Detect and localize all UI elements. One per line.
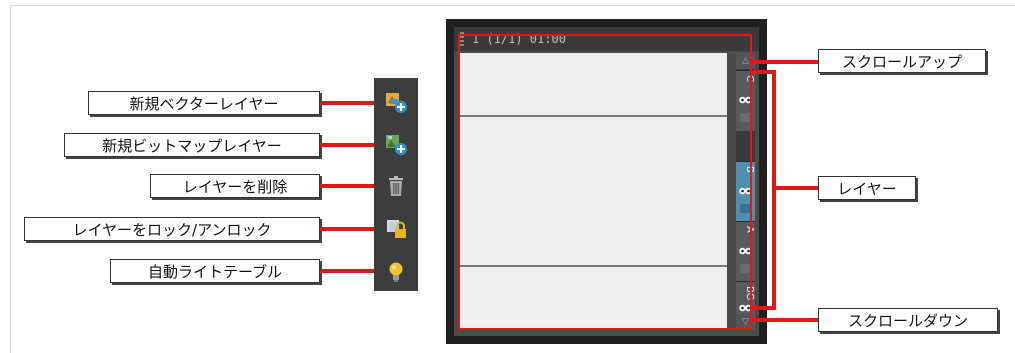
connector-line <box>320 143 376 147</box>
callout-scroll-up: スクロールアップ <box>818 49 986 73</box>
connector-line <box>320 184 376 188</box>
layer-label: C <box>744 75 755 82</box>
connector-line <box>752 60 818 64</box>
connector-line <box>752 318 818 322</box>
connector-line <box>320 269 376 273</box>
connector-line <box>752 70 774 74</box>
layer-label: A <box>744 226 755 233</box>
connector-line <box>774 186 818 190</box>
callout-layers: レイヤー <box>818 176 916 200</box>
callout-new-bitmap-layer: 新規ビットマップレイヤー <box>64 133 320 157</box>
callout-scroll-down: スクロールダウン <box>818 308 998 332</box>
callout-lock-unlock-layer: レイヤーをロック/アンロック <box>24 217 320 241</box>
visibility-icon[interactable] <box>739 95 752 105</box>
new-vector-layer-icon[interactable] <box>384 90 408 114</box>
trash-icon[interactable] <box>384 174 408 198</box>
panel-title-bar: 1 (1/1) 01:00 <box>454 27 759 51</box>
layer-strip: △ C B A BG ▽ <box>736 53 755 330</box>
visibility-icon[interactable] <box>739 186 752 196</box>
row-divider <box>459 115 727 117</box>
layer-tab-c[interactable]: C <box>736 70 755 131</box>
frame-border-top <box>10 5 1015 6</box>
layer-tab-b[interactable]: B <box>736 161 755 222</box>
panel-title: 1 (1/1) 01:00 <box>472 32 566 46</box>
scroll-down-button[interactable]: ▽ <box>736 314 755 330</box>
connector-line <box>772 70 776 310</box>
lock-layer-icon[interactable] <box>384 217 408 241</box>
lightbulb-icon[interactable] <box>384 260 408 284</box>
layer-tab-a[interactable]: A <box>736 221 755 282</box>
layer-canvas[interactable] <box>459 53 727 330</box>
layer-toolbar <box>374 78 418 291</box>
connector-line <box>320 101 376 105</box>
connector-line <box>752 306 774 310</box>
layer-label: B <box>744 166 755 173</box>
new-bitmap-layer-icon[interactable] <box>384 132 408 156</box>
row-divider <box>459 265 727 267</box>
lock-icon[interactable] <box>740 204 751 213</box>
callout-new-vector-layer: 新規ベクターレイヤー <box>88 91 320 115</box>
drag-grip-icon[interactable] <box>460 32 464 47</box>
callout-delete-layer: レイヤーを削除 <box>150 174 320 198</box>
lock-icon[interactable] <box>740 113 751 122</box>
layer-label: BG <box>744 286 755 301</box>
visibility-icon[interactable] <box>739 303 752 313</box>
layer-panel: 1 (1/1) 01:00 △ C B A BG ▽ <box>446 19 767 344</box>
frame-border-left <box>10 5 11 353</box>
panel-body: 1 (1/1) 01:00 △ C B A BG ▽ <box>454 27 759 336</box>
visibility-icon[interactable] <box>739 246 752 256</box>
callout-auto-light-table: 自動ライトテーブル <box>110 259 320 283</box>
connector-line <box>320 227 376 231</box>
lock-icon[interactable] <box>740 264 751 273</box>
